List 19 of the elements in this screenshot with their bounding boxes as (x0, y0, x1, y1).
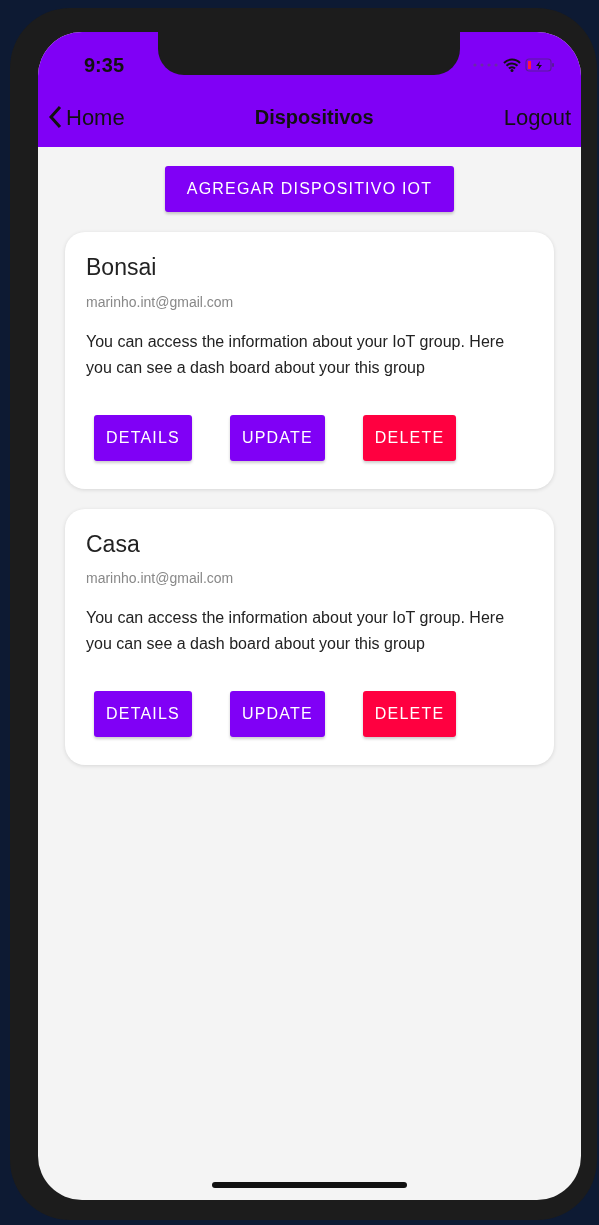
status-time: 9:35 (84, 52, 125, 78)
device-description: You can access the information about your IoT group. Here you can see a dash board about your this group (86, 331, 506, 378)
battery-icon (525, 57, 555, 72)
device-email: marinho.int@gmail.com (86, 569, 235, 589)
chevron-left-icon (48, 105, 62, 129)
action-button[interactable]: DETAILS (94, 691, 192, 738)
device-description: You can access the information about your IoT group. Here you can see a dash board about your this group (86, 608, 506, 655)
action-button[interactable]: DETAILS (94, 414, 192, 461)
action-button[interactable]: UPDATE (229, 691, 325, 738)
device-name: Bonsai (86, 254, 158, 282)
add-device-button[interactable]: AGREGAR DISPOSITIVO IOT (164, 166, 455, 212)
device-name: Casa (86, 530, 141, 559)
signal-icon (473, 62, 499, 67)
delete-button[interactable]: DELETE (362, 414, 457, 461)
device-email: marinho.int@gmail.com (86, 292, 235, 312)
page-title: Dispositivos (254, 105, 374, 130)
delete-button[interactable]: DELETE (362, 691, 457, 738)
action-button[interactable]: UPDATE (229, 414, 325, 461)
wifi-icon (503, 57, 521, 72)
